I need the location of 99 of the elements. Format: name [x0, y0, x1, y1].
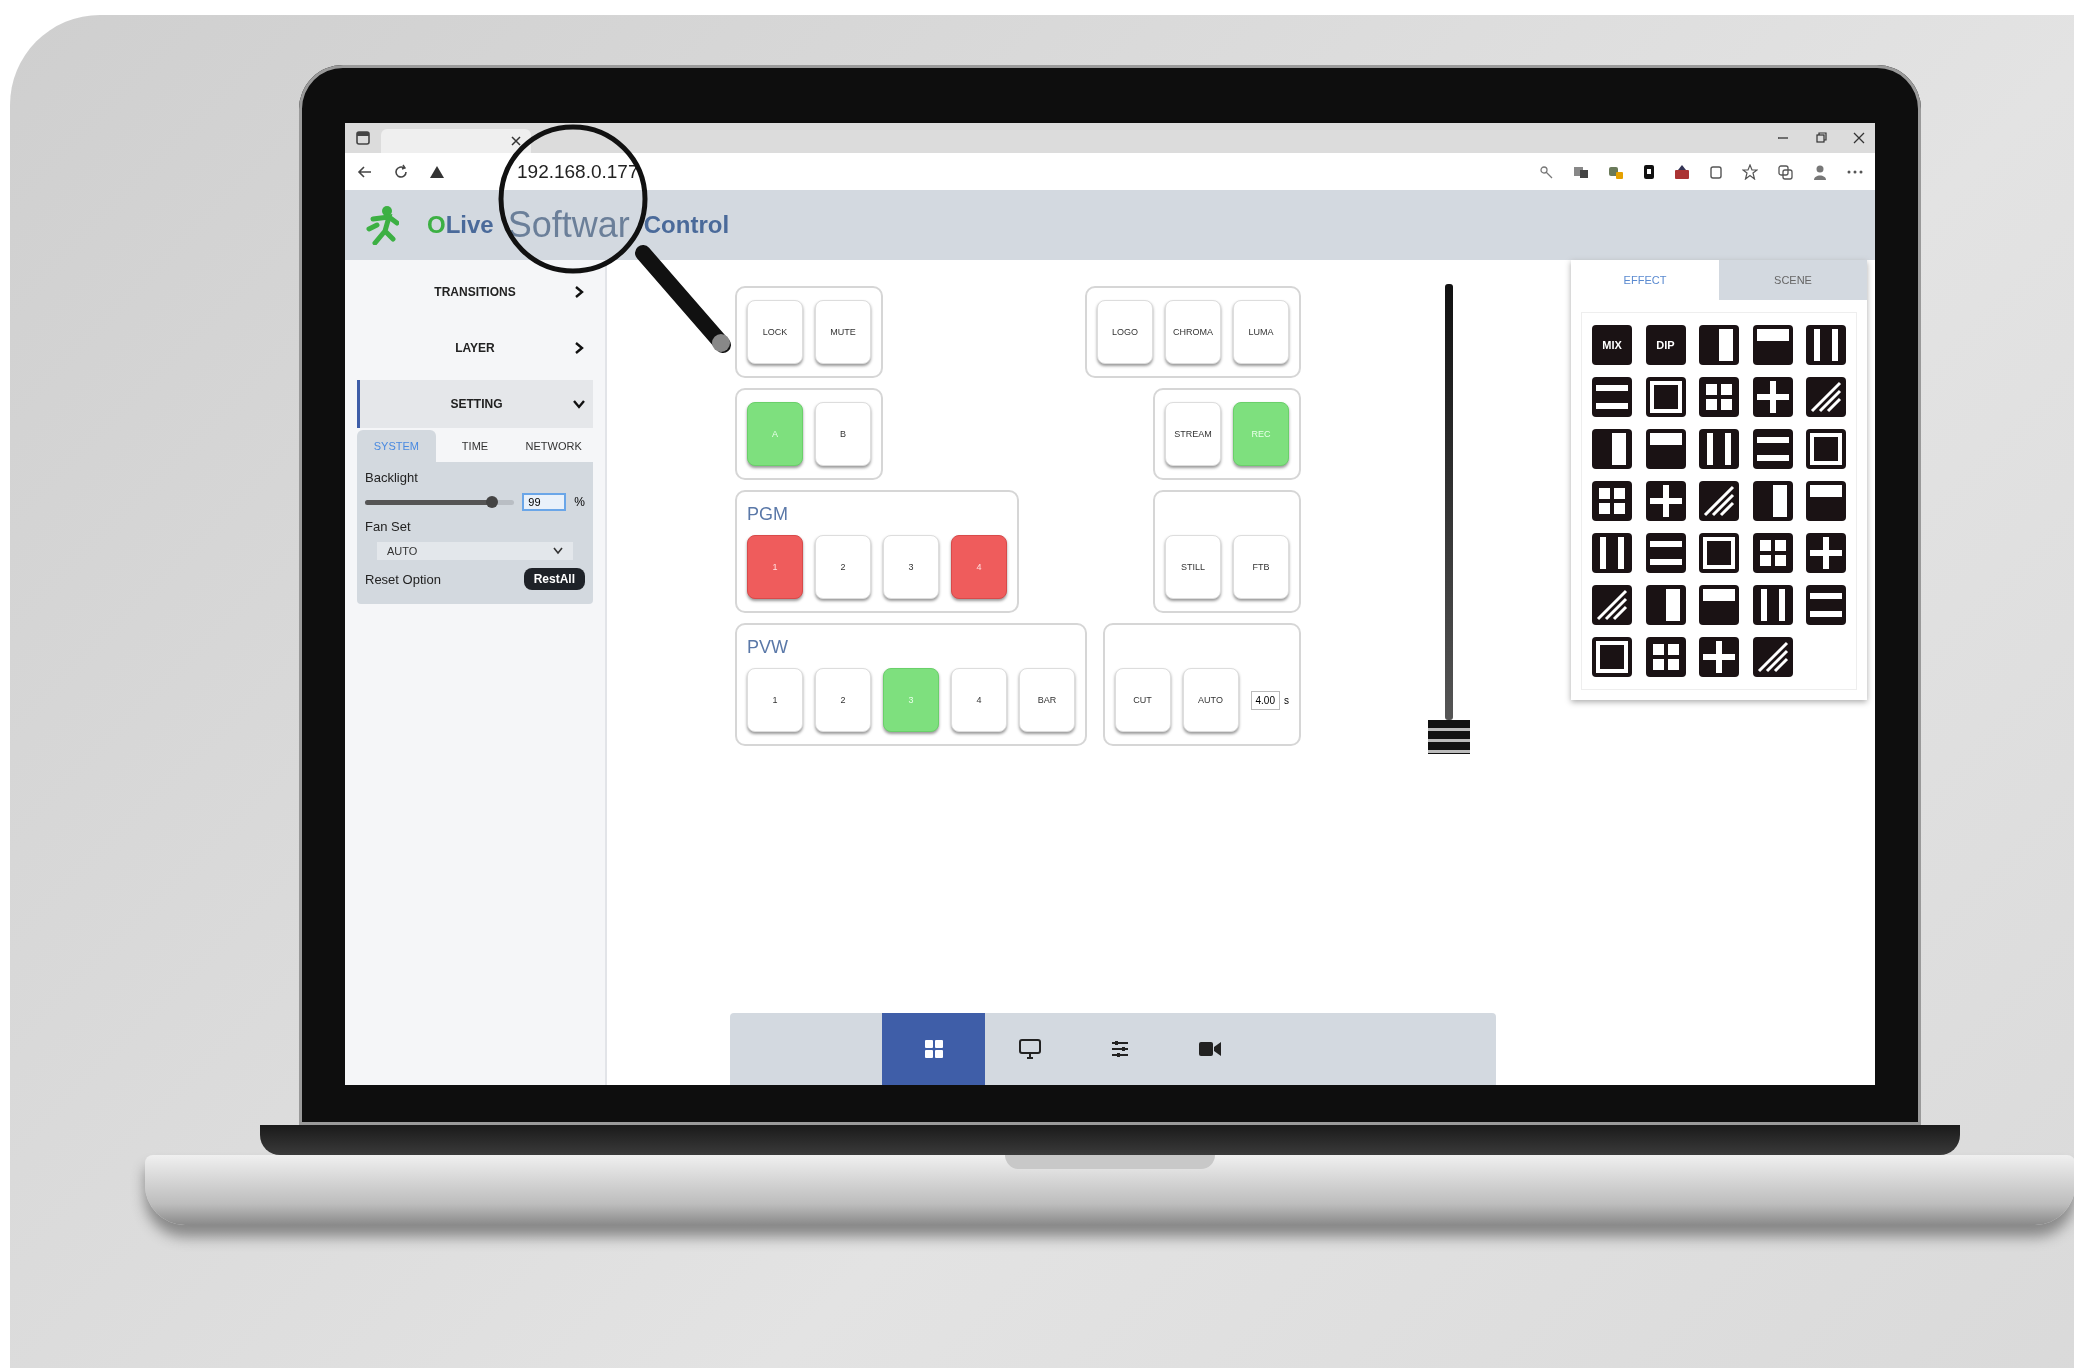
transition-effect-icon[interactable] [1645, 377, 1686, 417]
transition-effect-icon[interactable] [1806, 377, 1846, 417]
address-field[interactable]: 192.168.0.177 [517, 160, 639, 183]
transition-effect-icon[interactable] [1592, 429, 1632, 469]
video-camera-icon [1199, 1041, 1221, 1057]
reset-option-label: Reset Option [365, 571, 441, 587]
switcher-button[interactable]: CHROMA [1165, 300, 1221, 364]
switcher-button[interactable]: FTB [1233, 535, 1289, 599]
t-bar-handle[interactable] [1428, 720, 1470, 754]
transition-effect-icon[interactable] [1645, 481, 1686, 521]
switcher-button[interactable]: AUTO [1182, 668, 1239, 732]
caret-icon [553, 547, 563, 555]
backlight-input[interactable]: 99 [522, 493, 567, 511]
transition-effect-icon[interactable] [1752, 325, 1793, 365]
collections-icon[interactable] [1777, 163, 1793, 180]
switcher-button[interactable]: LUMA [1233, 300, 1289, 364]
transition-effect-icon[interactable] [1592, 377, 1632, 417]
transition-effect-icon[interactable] [1645, 429, 1686, 469]
brand-suffix: Control [643, 211, 730, 239]
transition-effect-icon[interactable] [1752, 481, 1793, 521]
settings-tab[interactable]: NETWORK [514, 430, 593, 462]
transition-effect-icon[interactable] [1806, 533, 1846, 573]
switcher-button[interactable]: STREAM [1165, 402, 1221, 466]
profile-icon[interactable] [1812, 163, 1828, 180]
switcher-button[interactable]: 1 [747, 668, 803, 732]
transition-effect-icon[interactable] [1752, 585, 1793, 625]
transition-effect-icon[interactable] [1645, 585, 1686, 625]
fan-select[interactable]: AUTO [377, 542, 573, 560]
switcher-button[interactable]: STILL [1165, 535, 1221, 599]
extension-icon[interactable] [1674, 163, 1690, 180]
switcher-button[interactable]: MUTE [815, 300, 871, 364]
transition-effect-icon[interactable] [1806, 585, 1846, 625]
switcher-button[interactable]: BAR [1019, 668, 1075, 732]
effects-tab[interactable]: SCENE [1719, 260, 1867, 300]
switcher-button[interactable]: 2 [815, 535, 871, 599]
transition-effect-icon[interactable] [1592, 585, 1632, 625]
switcher-button[interactable]: 2 [815, 668, 871, 732]
sidebar-item[interactable]: LAYER [357, 324, 593, 372]
close-icon[interactable] [1853, 132, 1865, 144]
reset-all-button[interactable]: RestAll [523, 568, 585, 590]
chevron-right-icon [573, 342, 585, 354]
transition-effect-icon[interactable] [1645, 533, 1686, 573]
switcher-button[interactable]: LOGO [1097, 300, 1153, 364]
more-icon[interactable] [1847, 168, 1863, 175]
brand-name-magnified: Softwar [507, 204, 630, 246]
transition-effect-icon[interactable] [1699, 325, 1739, 365]
transition-effect-icon[interactable] [1592, 481, 1632, 521]
transition-effect-icon[interactable] [1699, 585, 1739, 625]
switcher-button[interactable]: B [815, 402, 871, 466]
browser-tab[interactable] [381, 129, 531, 153]
percent-unit: % [574, 495, 585, 509]
transition-effect-icon[interactable] [1752, 637, 1793, 677]
transition-effect-icon[interactable] [1752, 533, 1793, 573]
switcher-button[interactable]: 4 [951, 668, 1007, 732]
navigation-tab[interactable] [882, 1013, 985, 1085]
slider-thumb[interactable] [485, 495, 498, 508]
transition-effect-icon[interactable] [1699, 481, 1739, 521]
effect-button[interactable]: MIX [1592, 325, 1632, 365]
chevron-right-icon [573, 286, 585, 298]
transition-effect-icon[interactable] [1645, 637, 1686, 677]
restore-icon[interactable] [1815, 132, 1827, 144]
chevron-down-icon [573, 398, 585, 410]
back-arrow-icon[interactable] [357, 163, 373, 180]
transition-effect-icon[interactable] [1699, 429, 1739, 469]
monitor-icon [1019, 1039, 1041, 1059]
transition-effect-icon[interactable] [1592, 533, 1632, 573]
extension-icon[interactable] [1643, 163, 1655, 180]
sidebar-item[interactable]: SETTING [357, 380, 593, 428]
effect-button[interactable]: DIP [1645, 325, 1686, 365]
transition-effect-icon[interactable] [1752, 429, 1793, 469]
star-icon[interactable] [1742, 163, 1758, 180]
transition-effect-icon[interactable] [1806, 325, 1846, 365]
fan-set-label: Fan Set [365, 519, 412, 534]
grid-icon [924, 1040, 943, 1058]
seconds-unit: s [1284, 694, 1289, 706]
group-title: PVW [747, 637, 789, 658]
sliders-icon [1111, 1040, 1129, 1058]
transition-effect-icon[interactable] [1592, 637, 1632, 677]
transition-effect-icon[interactable] [1806, 481, 1846, 521]
transition-effect-icon[interactable] [1699, 377, 1739, 417]
effects-tab[interactable]: EFFECT [1571, 260, 1719, 300]
switcher-button[interactable]: CUT [1114, 668, 1171, 732]
brand-name: OLive [427, 211, 494, 239]
window-icon[interactable] [355, 130, 371, 146]
group-title: PGM [747, 504, 789, 525]
transition-effect-icon[interactable] [1752, 377, 1793, 417]
backlight-slider[interactable] [365, 499, 515, 505]
transition-effect-icon[interactable] [1806, 429, 1846, 469]
settings-tab[interactable]: TIME [435, 430, 515, 462]
close-icon[interactable] [511, 136, 521, 146]
reload-icon[interactable] [393, 163, 409, 180]
switcher-button[interactable]: 3 [883, 535, 939, 599]
switcher-button[interactable]: LOCK [747, 300, 803, 364]
backlight-label: Backlight [365, 470, 419, 485]
sidebar-item[interactable]: TRANSITIONS [357, 268, 593, 316]
transition-effect-icon[interactable] [1699, 533, 1739, 573]
runner-logo-icon [365, 205, 399, 245]
transition-effect-icon[interactable] [1699, 637, 1739, 677]
duration-field[interactable]: 4.00 [1250, 690, 1280, 710]
